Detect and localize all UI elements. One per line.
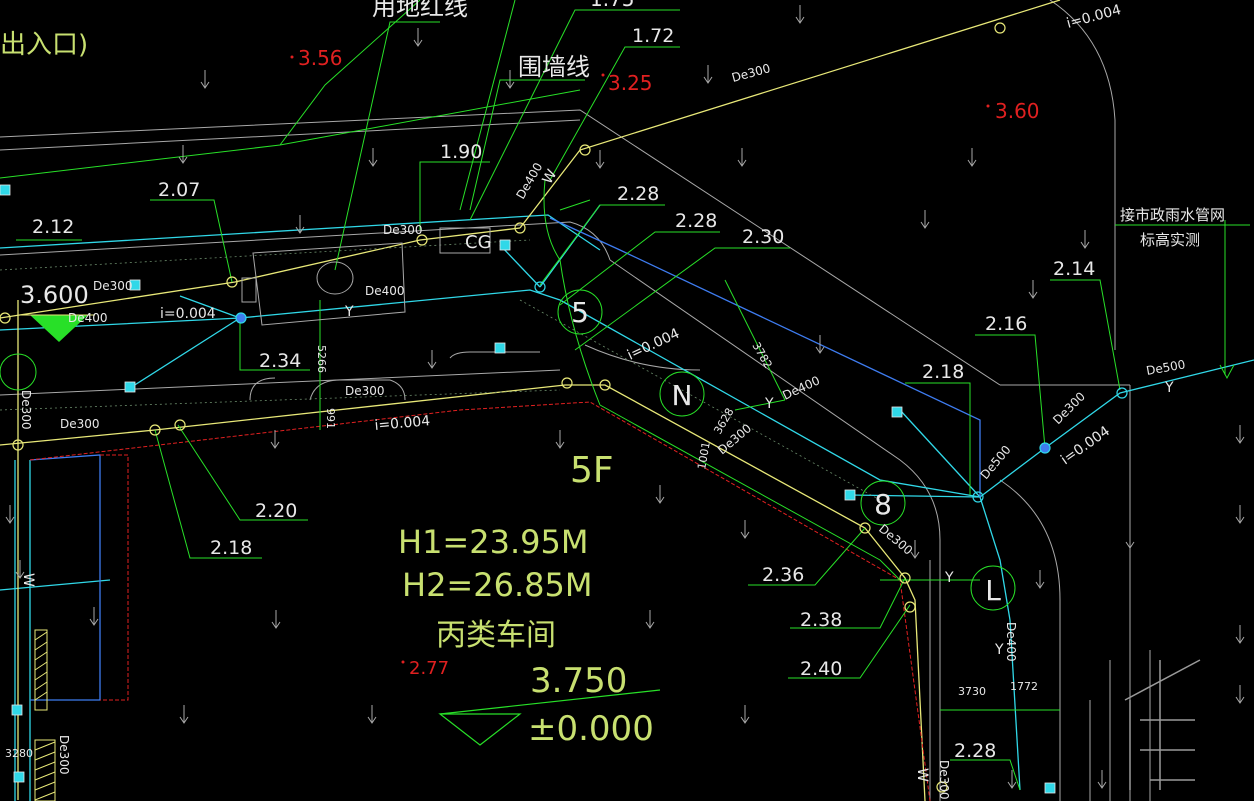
pipe-label-8: De300	[345, 384, 385, 398]
pipe-label-2: De300	[383, 223, 423, 237]
pipe-label-18: De300	[937, 760, 951, 800]
leader-2-14: 2.14	[1053, 258, 1095, 280]
leader-2-12: 2.12	[32, 216, 74, 238]
mark-y-4: Y	[994, 642, 1004, 658]
leader-2-20: 2.20	[255, 500, 297, 522]
leader-2-34: 2.34	[259, 350, 301, 372]
mark-y-1: Y	[344, 304, 354, 320]
rain-manhole	[235, 312, 247, 324]
mark-y-3: Y	[1164, 380, 1174, 396]
label-ground-elev: 3.600	[20, 281, 89, 309]
label-h1: H1=23.95M	[398, 523, 588, 561]
rain-inlet	[124, 381, 136, 393]
dim-label-1: 5266	[315, 345, 328, 373]
pipe-label-5: De400	[365, 284, 405, 298]
elev-2-77: 2.77	[409, 658, 449, 679]
label-floor-zero: ±0.000	[528, 709, 654, 749]
leader-2-40: 2.40	[800, 658, 842, 680]
label-floor-elev: 3.750	[530, 661, 627, 701]
leader-2-28-c: 2.28	[954, 740, 996, 762]
dim-label-5: 1772	[1010, 680, 1038, 693]
circle-label-l: L	[985, 574, 1001, 607]
mark-y-2: Y	[764, 396, 774, 412]
elev-3-25: 3.25	[608, 71, 653, 95]
label-workshop: 丙类车间	[436, 618, 556, 653]
label-top-value: 1.75	[590, 0, 635, 11]
mark-w-2: W	[20, 573, 36, 587]
mark-y-5: Y	[944, 570, 954, 586]
leader-2-28-b: 2.28	[675, 210, 717, 232]
dim-label-6: 3280	[5, 747, 33, 760]
leader-2-16: 2.16	[985, 313, 1027, 335]
rain-inlet	[891, 406, 903, 418]
rain-inlet	[11, 704, 23, 716]
leader-2-07: 2.07	[158, 179, 200, 201]
circle-label-n: N	[672, 379, 693, 412]
label-wall-line: 围墙线	[518, 53, 590, 81]
rain-inlet	[1044, 782, 1056, 794]
cad-drawing-canvas: 5 N 8 L 出入口) 用地红线 围墙线 1.75 接市政雨水管网 标高实测 …	[0, 0, 1254, 801]
leader-2-18-b: 2.18	[210, 537, 252, 559]
rain-inlet	[0, 184, 11, 196]
dim-label-4: 3730	[958, 685, 986, 698]
leader-2-30: 2.30	[742, 226, 784, 248]
circle-label-5: 5	[571, 296, 589, 329]
mark-w-3: W	[914, 768, 930, 782]
rain-inlet	[844, 489, 856, 501]
leader-1-72: 1.72	[632, 25, 674, 47]
leader-2-18-a: 2.18	[922, 361, 964, 383]
leader-2-36: 2.36	[762, 564, 804, 586]
label-municipal-2: 标高实测	[1140, 231, 1200, 249]
pipe-label-17: De400	[68, 311, 108, 325]
mark-cg: CG	[465, 232, 492, 253]
pipe-label-6: De300	[19, 390, 33, 430]
circle-label-8: 8	[874, 488, 892, 521]
label-property-line: 用地红线	[372, 0, 468, 21]
rain-inlet	[499, 239, 511, 251]
leader-2-38: 2.38	[800, 609, 842, 631]
elev-3-56: 3.56	[298, 46, 343, 70]
elev-3-60: 3.60	[995, 99, 1040, 123]
label-entrance: 出入口)	[0, 30, 88, 60]
label-floors: 5F	[570, 450, 614, 491]
pipe-label-15: De400	[1004, 622, 1018, 662]
rain-inlet	[13, 771, 25, 783]
rain-manhole	[1039, 442, 1051, 454]
pipe-label-16: De300	[57, 735, 71, 775]
pipe-label-4: De300	[93, 279, 133, 293]
leader-2-28-a: 2.28	[617, 183, 659, 205]
slope-label-2: i=0.004	[160, 306, 216, 322]
label-municipal-1: 接市政雨水管网	[1120, 206, 1225, 224]
dim-label-8: 991	[324, 408, 337, 429]
leader-1-90: 1.90	[440, 141, 482, 163]
pipe-label-7: De300	[60, 417, 100, 431]
rain-inlet	[494, 342, 506, 354]
label-h2: H2=26.85M	[402, 566, 592, 604]
